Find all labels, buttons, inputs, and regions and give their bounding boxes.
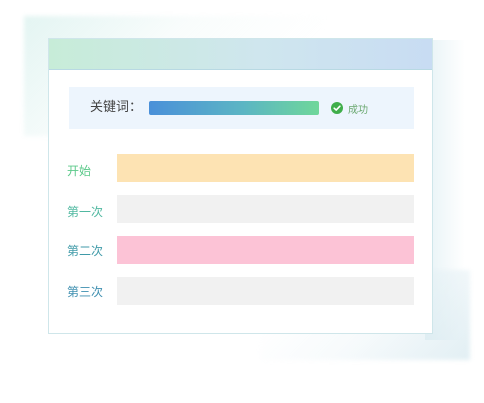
row-box-start [117,154,414,182]
row-label-start: 开始 [67,164,92,178]
keyword-label: 关键词： [90,100,143,115]
row-box-second [117,236,414,264]
row-label-third: 第三次 [67,285,104,299]
status-text: 成功 [348,104,368,116]
illustration: 关键词： 成功 开始 第一次 第二次 第三次 [0,0,484,403]
check-circle-icon [331,102,343,114]
window-header [49,39,432,70]
status-indicator: 成功 [331,100,368,116]
row-label-first: 第一次 [67,205,104,219]
row-box-third [117,277,414,305]
window-card: 关键词： 成功 开始 第一次 第二次 第三次 [48,38,433,334]
keyword-progress-bar [149,101,319,115]
row-box-first [117,195,414,223]
keyword-panel: 关键词： 成功 [69,87,414,129]
row-label-second: 第二次 [67,244,104,258]
